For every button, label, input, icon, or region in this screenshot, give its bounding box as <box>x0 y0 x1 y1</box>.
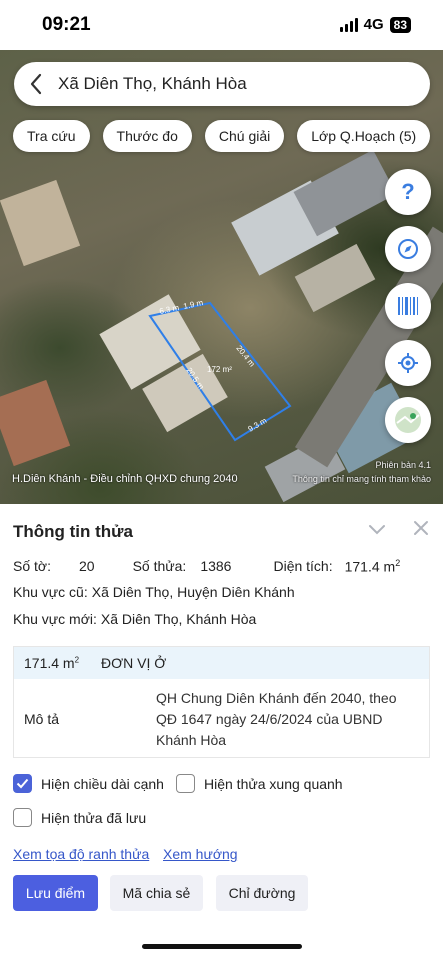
home-indicator <box>142 944 302 949</box>
new-area-value: Xã Diên Thọ, Khánh Hòa <box>100 611 257 627</box>
map-version: Phiên bản 4.1 <box>375 460 431 470</box>
edge-label: 20.4 m <box>234 344 256 369</box>
checkbox-unchecked[interactable] <box>13 808 32 827</box>
option-show-edge-length[interactable]: Hiện chiều dài cạnh <box>13 774 164 793</box>
area-label: Diện tích: <box>273 558 333 574</box>
directions-button[interactable]: Chỉ đường <box>216 875 308 911</box>
new-area-row: Khu vực mới: Xã Diên Thọ, Khánh Hòa <box>13 611 256 627</box>
map-disclaimer: Thông tin chỉ mang tính tham khảo <box>292 474 431 484</box>
old-area-value: Xã Diên Thọ, Huyện Diên Khánh <box>91 584 295 600</box>
view-boundary-coords-link[interactable]: Xem tọa độ ranh thửa <box>13 846 149 862</box>
edge-label: 20.5 m <box>184 366 206 391</box>
option-show-nearby[interactable]: Hiện thửa xung quanh <box>176 774 343 793</box>
checkbox-checked[interactable] <box>13 774 32 793</box>
status-bar: 09:21 4G 83 <box>0 0 443 50</box>
barcode-button[interactable] <box>385 283 431 329</box>
chip-thuoc-do[interactable]: Thước đo <box>102 120 192 152</box>
parcel-info-panel: Thông tin thửa Số tờ: 20 Số thửa: 1386 D… <box>0 504 443 959</box>
compass-button[interactable] <box>385 226 431 272</box>
network-type: 4G <box>363 16 384 33</box>
map-layer-icon <box>395 407 421 433</box>
sheet-value: 20 <box>78 558 95 574</box>
old-area-row: Khu vực cũ: Xã Diên Thọ, Huyện Diên Khán… <box>13 584 295 600</box>
location-search-bar[interactable]: Xã Diên Thọ, Khánh Hòa <box>14 62 430 106</box>
edge-label: 6.3 m <box>159 303 181 316</box>
back-button[interactable] <box>14 62 58 106</box>
parcel-area-label: 172 m² <box>207 365 232 374</box>
option-show-saved[interactable]: Hiện thửa đã lưu <box>13 808 146 827</box>
barcode-icon <box>398 297 418 315</box>
close-icon[interactable] <box>410 517 432 539</box>
zoning-header: 171.4 m2 ĐƠN VỊ Ở <box>14 647 429 679</box>
battery-icon: 83 <box>389 16 411 33</box>
old-area-label: Khu vực cũ: <box>13 584 88 600</box>
chevron-down-icon[interactable] <box>366 518 388 540</box>
edge-label: 1.9 m <box>183 298 205 311</box>
status-time: 09:21 <box>42 14 91 35</box>
edge-label: 9.3 m <box>247 416 269 434</box>
signal-icon <box>339 17 358 32</box>
new-area-label: Khu vực mới: <box>13 611 97 627</box>
panel-title: Thông tin thửa <box>13 522 133 541</box>
share-code-button[interactable]: Mã chia sẻ <box>110 875 203 911</box>
sheet-label: Số tờ: <box>13 558 51 574</box>
chip-lop-quy-hoach[interactable]: Lớp Q.Hoạch (5) <box>297 120 431 152</box>
compass-icon <box>398 239 418 259</box>
chip-chu-giai[interactable]: Chú giải <box>204 120 285 152</box>
option-label: Hiện thửa đã lưu <box>41 809 147 826</box>
help-button[interactable]: ? <box>385 169 431 215</box>
map-tool-chips: Tra cứu Thước đo Chú giải Lớp Q.Hoạch (5… <box>13 120 431 152</box>
zoning-description-row: Mô tả QH Chung Diên Khánh đến 2040, theo… <box>14 679 429 759</box>
location-title: Xã Diên Thọ, Khánh Hòa <box>58 74 247 93</box>
zone-type: ĐƠN VỊ Ở <box>101 655 167 671</box>
parcel-outline[interactable]: 6.3 m 1.9 m 20.4 m 9.3 m 20.5 m 172 m² <box>0 48 443 504</box>
zoning-table: 171.4 m2 ĐƠN VỊ Ở Mô tả QH Chung Diên Kh… <box>13 646 430 758</box>
locate-button[interactable] <box>385 340 431 386</box>
satellite-map[interactable]: 6.3 m 1.9 m 20.4 m 9.3 m 20.5 m 172 m² H… <box>0 48 443 504</box>
option-label: Hiện chiều dài cạnh <box>41 775 164 792</box>
description-value: QH Chung Diên Khánh đến 2040, theo QĐ 16… <box>156 689 397 748</box>
zone-area: 171.4 m2 <box>24 655 80 671</box>
chevron-left-icon <box>30 73 42 95</box>
status-indicators: 4G 83 <box>339 16 411 33</box>
map-layer-button[interactable] <box>385 397 431 443</box>
parcel-value: 1386 <box>200 558 232 574</box>
screen: 09:21 4G 83 6.3 m 1.9 m 20.4 m 9.3 m 20.… <box>0 0 443 959</box>
area-value: 171.4 m2 <box>344 558 401 575</box>
map-caption: H.Diên Khánh - Điều chỉnh QHXD chung 204… <box>12 473 238 485</box>
locate-icon <box>398 353 418 373</box>
option-label: Hiện thửa xung quanh <box>204 775 343 792</box>
description-label: Mô tả <box>24 711 60 727</box>
help-icon: ? <box>401 179 415 204</box>
chip-tra-cuu[interactable]: Tra cứu <box>13 120 90 152</box>
checkbox-unchecked[interactable] <box>176 774 195 793</box>
check-icon <box>16 778 29 789</box>
save-point-button[interactable]: Lưu điểm <box>13 875 98 911</box>
view-direction-link[interactable]: Xem hướng <box>163 846 238 862</box>
parcel-label: Số thửa: <box>132 558 187 574</box>
parcel-numbers-row: Số tờ: 20 Số thửa: 1386 Diện tích: 171.4… <box>13 558 400 575</box>
